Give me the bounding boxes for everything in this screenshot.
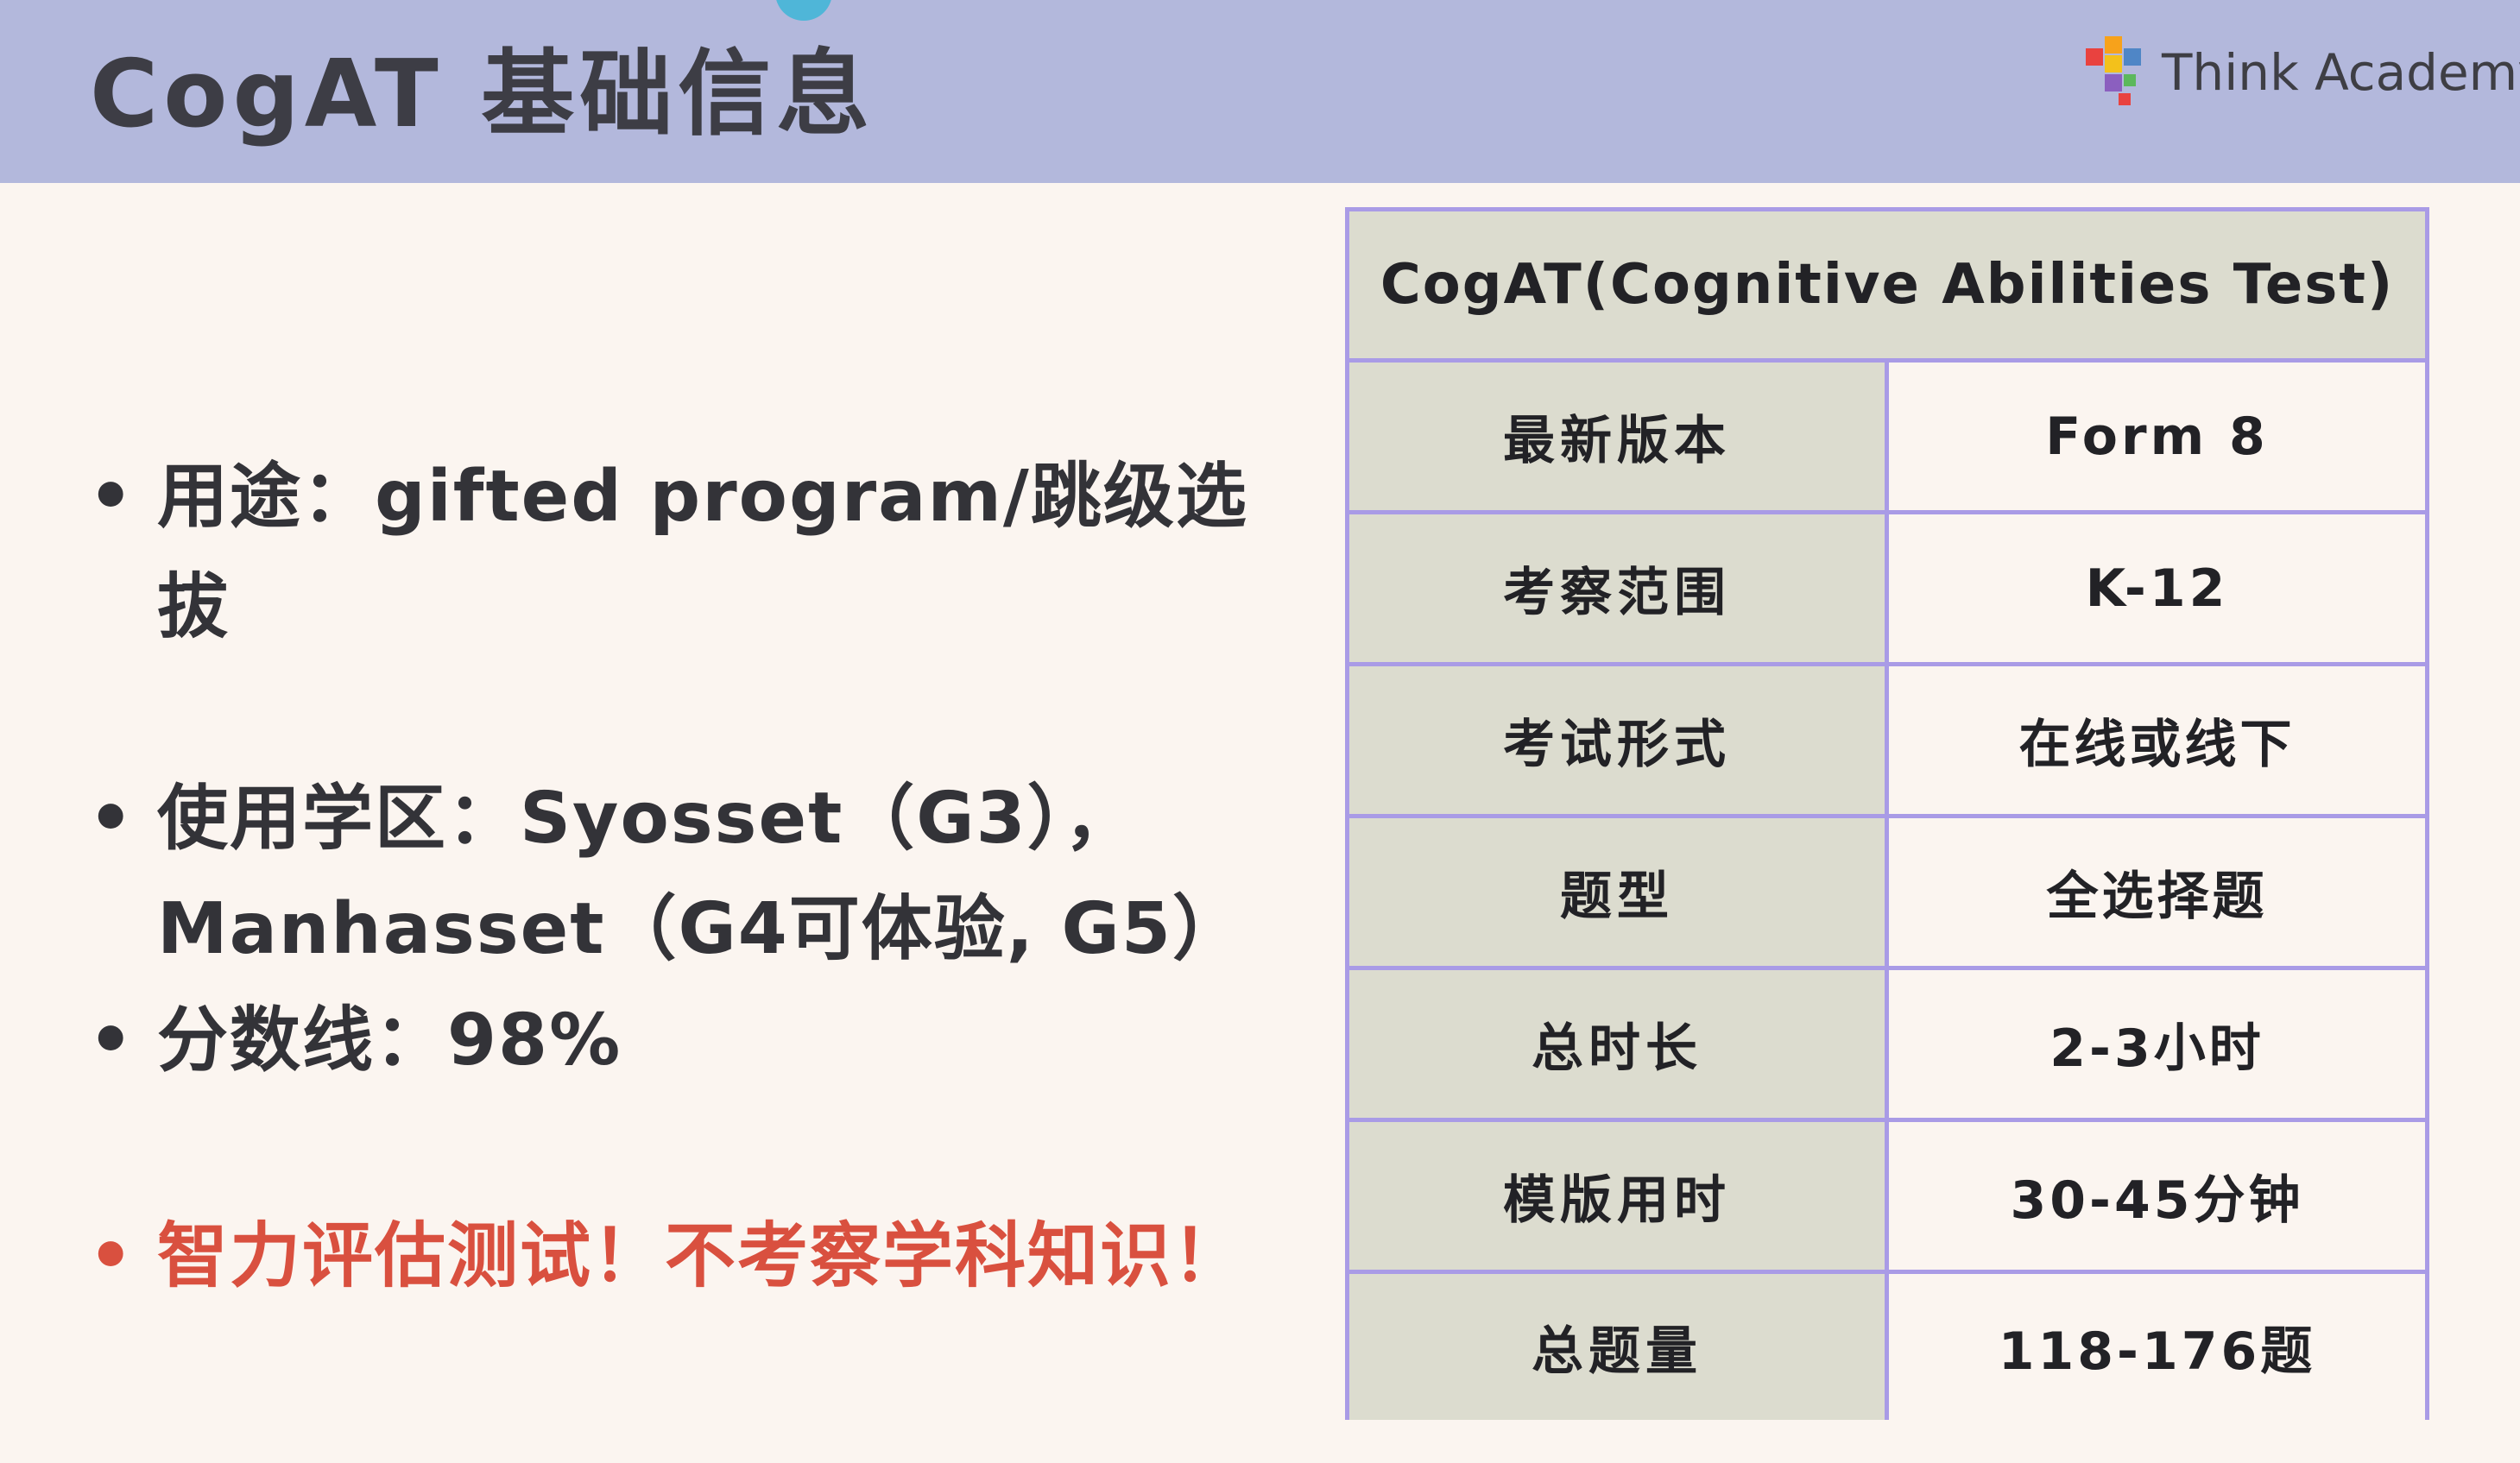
- table-key: 最新版本: [1349, 363, 1889, 510]
- table-key: 总时长: [1349, 970, 1889, 1118]
- bullet-iq-note: • 智力评估测试！不考察学科知识！: [86, 1201, 1278, 1312]
- table-value: 在线或线下: [1889, 666, 2425, 814]
- bullet-cutoff: • 分数线：98%: [86, 986, 1278, 1096]
- table-row: 模版用时 30-45分钟: [1349, 1122, 2425, 1274]
- table-row: 题型 全选择题: [1349, 818, 2425, 970]
- think-academy-logo-icon: [2086, 36, 2141, 105]
- info-table: CogAT(Cognitive Abilities Test) 最新版本 For…: [1345, 207, 2429, 1420]
- table-row: 总题量 118-176题: [1349, 1274, 2425, 1420]
- slide: CogAT 基础信息 Think Academy • 用途：gifted pro…: [0, 0, 2520, 1463]
- table-value: 2-3小时: [1889, 970, 2425, 1118]
- think-academy-logo: Think Academy: [2079, 29, 2520, 124]
- bullet-dot-icon: •: [88, 1215, 136, 1297]
- table-header: CogAT(Cognitive Abilities Test): [1349, 211, 2425, 363]
- bullet-text: 使用学区：Syosset（G3），Manhasset（G4可体验, G5）: [157, 778, 1245, 970]
- bullet-list: • 用途：gifted program/跳级选拔 • 使用学区：Syosset（…: [86, 0, 1312, 1463]
- table-value: 30-45分钟: [1889, 1122, 2425, 1270]
- table-row: 考察范围 K-12: [1349, 514, 2425, 666]
- bullet-dot-icon: •: [88, 778, 136, 860]
- bullet-dot-icon: •: [88, 1000, 136, 1081]
- table-key: 考察范围: [1349, 514, 1889, 662]
- bullet-text: 分数线：98%: [157, 1000, 622, 1081]
- table-value: Form 8: [1889, 363, 2425, 510]
- table-row: 最新版本 Form 8: [1349, 363, 2425, 514]
- bullet-purpose: • 用途：gifted program/跳级选拔: [86, 442, 1278, 663]
- table-value: 118-176题: [1889, 1274, 2425, 1420]
- table-value: 全选择题: [1889, 818, 2425, 966]
- table-row: 总时长 2-3小时: [1349, 970, 2425, 1122]
- bullet-districts: • 使用学区：Syosset（G3），Manhasset（G4可体验, G5）: [86, 764, 1278, 985]
- logo-text: Think Academy: [2162, 43, 2520, 102]
- table-key: 模版用时: [1349, 1122, 1889, 1270]
- bullet-dot-icon: •: [88, 456, 136, 538]
- table-row: 考试形式 在线或线下: [1349, 666, 2425, 818]
- table-value: K-12: [1889, 514, 2425, 662]
- table-key: 考试形式: [1349, 666, 1889, 814]
- bullet-text: 用途：gifted program/跳级选拔: [157, 456, 1248, 648]
- table-key: 总题量: [1349, 1274, 1889, 1420]
- bullet-text: 智力评估测试！不考察学科知识！: [157, 1215, 1246, 1297]
- table-key: 题型: [1349, 818, 1889, 966]
